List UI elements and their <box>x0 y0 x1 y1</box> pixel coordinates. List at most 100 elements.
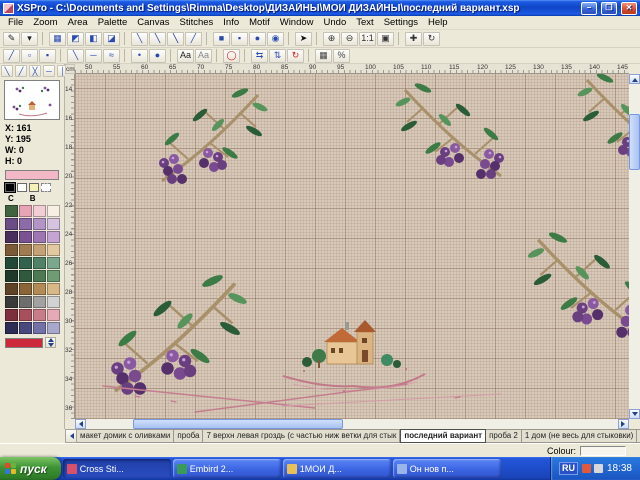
palette-swatch[interactable] <box>5 270 18 282</box>
language-indicator[interactable]: RU <box>559 462 578 475</box>
palette-swatch[interactable] <box>33 257 46 269</box>
quick-swatch[interactable] <box>17 183 27 192</box>
olive-branch-right-edge-top[interactable] <box>576 74 629 169</box>
rotate-icon[interactable]: ↻ <box>287 49 304 63</box>
design-canvas[interactable] <box>75 74 629 419</box>
scroll-right-button[interactable] <box>618 419 629 429</box>
pattern-preview[interactable] <box>4 80 60 120</box>
palette-swatch[interactable] <box>47 244 60 256</box>
olive-branch-top-right[interactable] <box>394 81 504 179</box>
percent-icon[interactable]: % <box>333 49 350 63</box>
long-stitch-icon[interactable]: ╱ <box>185 32 202 46</box>
horizontal-scrollbar[interactable] <box>75 419 629 429</box>
palette-swatch[interactable] <box>19 296 32 308</box>
palette-swatch[interactable] <box>33 283 46 295</box>
horizontal-scroll-thumb[interactable] <box>133 419 343 429</box>
menu-item-text[interactable]: Text <box>351 17 378 28</box>
palette-swatch[interactable] <box>47 309 60 321</box>
palette-scroll[interactable] <box>45 337 56 348</box>
palette-swatch[interactable] <box>47 322 60 334</box>
palette-swatch[interactable] <box>5 296 18 308</box>
straight-line-icon[interactable]: ─ <box>85 49 102 63</box>
backstitch-medium-icon[interactable]: ╲ <box>149 32 166 46</box>
palette-swatch[interactable] <box>33 270 46 282</box>
palette-swatch[interactable] <box>47 283 60 295</box>
full-stitch-icon[interactable]: ▦ <box>49 32 66 46</box>
three-quarter-stitch-icon[interactable]: ◪ <box>103 32 120 46</box>
palette-swatch[interactable] <box>47 231 60 243</box>
palette-swatch[interactable] <box>19 270 32 282</box>
palette-swatch[interactable] <box>19 309 32 321</box>
palette-swatch[interactable] <box>19 322 32 334</box>
flip-vertical-icon[interactable]: ⇅ <box>269 49 286 63</box>
maximize-button[interactable]: ❐ <box>601 2 617 15</box>
vertical-scrollbar[interactable] <box>629 74 640 419</box>
tray-icon[interactable] <box>594 464 603 473</box>
olive-branch-bottom-left[interactable] <box>111 273 248 395</box>
palette-swatch[interactable] <box>5 205 18 217</box>
quick-swatch[interactable] <box>29 183 39 192</box>
pencil-tool-icon[interactable]: ✎ <box>3 32 20 46</box>
palette-swatch[interactable] <box>5 322 18 334</box>
pattern-tab[interactable]: проба 2 <box>486 429 522 443</box>
zoom-fit-icon[interactable]: ▣ <box>377 32 394 46</box>
stitch-left-icon[interactable]: ╲ <box>1 65 13 77</box>
scroll-left-button[interactable] <box>75 419 86 429</box>
menu-item-stitches[interactable]: Stitches <box>174 17 218 28</box>
palette-swatch[interactable] <box>33 231 46 243</box>
palette-swatch[interactable] <box>47 257 60 269</box>
menu-item-file[interactable]: File <box>3 17 28 28</box>
stitch-cross-icon[interactable]: ╳ <box>29 65 41 77</box>
palette-swatch[interactable] <box>5 231 18 243</box>
palette-swatch[interactable] <box>19 257 32 269</box>
palette-swatch[interactable] <box>5 283 18 295</box>
zoom-out-icon[interactable]: ⊖ <box>341 32 358 46</box>
menu-item-zoom[interactable]: Zoom <box>28 17 62 28</box>
text-tool-alt-icon[interactable]: Aa <box>195 49 212 63</box>
color-ring-icon[interactable]: ◯ <box>223 49 240 63</box>
palette-swatch[interactable] <box>5 218 18 230</box>
curve-line-icon[interactable]: ≈ <box>103 49 120 63</box>
tray-icon[interactable] <box>582 464 591 473</box>
palette-swatch[interactable] <box>19 244 32 256</box>
pattern-tab[interactable]: 1 дом (не весь для стыковки) <box>522 429 638 443</box>
half-stitch-icon[interactable]: ◩ <box>67 32 84 46</box>
pencil-dropdown-icon[interactable]: ▾ <box>21 32 38 46</box>
palette-swatch[interactable] <box>5 244 18 256</box>
palette-scroll-up-icon[interactable] <box>48 335 54 342</box>
palette-swatch[interactable] <box>5 257 18 269</box>
border-stitch-lines[interactable] <box>103 384 501 412</box>
taskbar-button[interactable]: Cross Sti... <box>63 459 171 478</box>
stitch-right-icon[interactable]: ╱ <box>15 65 27 77</box>
menu-item-window[interactable]: Window <box>275 17 319 28</box>
menu-item-help[interactable]: Help <box>423 17 453 28</box>
menu-item-palette[interactable]: Palette <box>93 17 133 28</box>
petite-stitch-icon[interactable]: ▫ <box>21 49 38 63</box>
palette-swatch[interactable] <box>33 322 46 334</box>
quick-swatch[interactable] <box>41 183 51 192</box>
clock[interactable]: 18:38 <box>607 463 632 474</box>
minimize-button[interactable]: – <box>581 2 597 15</box>
menu-item-area[interactable]: Area <box>63 17 93 28</box>
palette-swatch[interactable] <box>33 244 46 256</box>
zoom-in-icon[interactable]: ⊕ <box>323 32 340 46</box>
palette-swatch[interactable] <box>19 231 32 243</box>
bead-icon[interactable]: ◉ <box>267 32 284 46</box>
house-motif[interactable] <box>283 320 425 392</box>
tab-scroll-left-button[interactable] <box>65 429 77 443</box>
close-button[interactable]: ✕ <box>621 2 637 15</box>
menu-item-canvas[interactable]: Canvas <box>132 17 174 28</box>
palette-scroll-down-icon[interactable] <box>48 343 54 350</box>
menu-item-settings[interactable]: Settings <box>379 17 423 28</box>
blue-square-full-icon[interactable]: ■ <box>213 32 230 46</box>
palette-swatch[interactable] <box>47 205 60 217</box>
flip-horizontal-icon[interactable]: ⇆ <box>251 49 268 63</box>
refresh-icon[interactable]: ↻ <box>423 32 440 46</box>
taskbar-button[interactable]: Он нов п... <box>393 459 501 478</box>
start-button[interactable]: пуск <box>0 457 61 480</box>
zoom-actual-icon[interactable]: 1:1 <box>359 32 376 46</box>
backstitch-thick-icon[interactable]: ╲ <box>167 32 184 46</box>
select-arrow-icon[interactable]: ➤ <box>295 32 312 46</box>
palette-swatch[interactable] <box>5 309 18 321</box>
selected-palette-color[interactable] <box>5 338 43 348</box>
